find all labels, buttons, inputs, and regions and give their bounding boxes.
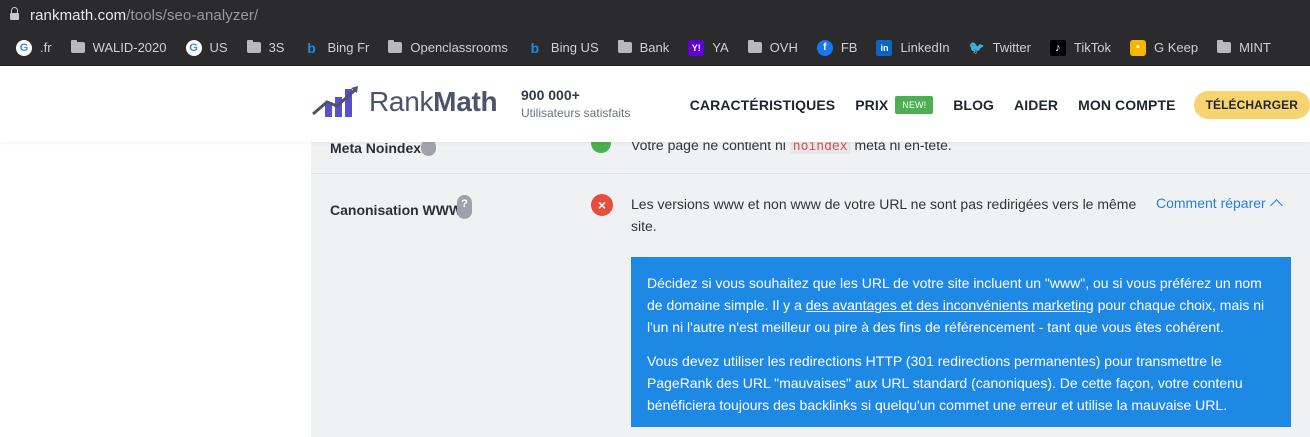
folder-icon: [617, 40, 632, 53]
url-domain: rankmath.com: [30, 6, 127, 24]
bookmark-label: WALID-2020: [92, 40, 167, 55]
logo-text-rank: Rank: [369, 86, 434, 117]
bookmark-label: Bing Fr: [327, 40, 370, 55]
bookmark-linkedin[interactable]: in LinkedIn: [876, 39, 950, 56]
analyzer-results: Meta Noindex Votre page ne contient ni n…: [311, 142, 1310, 437]
browser-url-bar[interactable]: rankmath.com/tools/seo-analyzer/: [0, 0, 1310, 30]
result-message: Votre page ne contient ni noindex méta n…: [631, 142, 952, 154]
help-icon[interactable]: ?: [457, 195, 472, 219]
bookmark-bank[interactable]: Bank: [617, 40, 670, 55]
bookmark-mint[interactable]: MINT: [1217, 40, 1271, 55]
bookmark-label: Bank: [639, 40, 670, 55]
bookmark-twitter[interactable]: 🐦 Twitter: [969, 40, 1031, 56]
bookmark-fr[interactable]: G .fr: [16, 39, 52, 56]
bookmark-label: Twitter: [992, 40, 1031, 55]
site-header: RankMath 900 000+ Utilisateurs satisfait…: [0, 66, 1310, 142]
bookmark-label: G Keep: [1153, 40, 1199, 55]
logo-chart-icon: [312, 86, 358, 117]
message-part: Votre page ne contient ni: [631, 142, 786, 153]
nav-help[interactable]: AIDER: [1014, 97, 1058, 113]
left-panel: [0, 142, 311, 437]
nav-blog[interactable]: BLOG: [953, 97, 994, 113]
fix-info-panel: Décidez si vous souhaitez que les URL de…: [631, 257, 1291, 427]
bookmark-openclassrooms[interactable]: Openclassrooms: [388, 40, 508, 55]
download-button[interactable]: TÉLÉCHARGER: [1193, 91, 1310, 119]
folder-icon: [70, 40, 85, 53]
bookmark-label: OVH: [769, 40, 798, 55]
error-icon: ×: [591, 194, 613, 216]
result-label-canonisation-www: Canonisation WWW: [330, 202, 463, 218]
bookmark-tiktok[interactable]: ♪ TikTok: [1049, 39, 1111, 56]
facebook-icon: f: [816, 39, 833, 56]
folder-icon: [246, 40, 261, 53]
bookmark-fb[interactable]: f FB: [816, 39, 858, 56]
bookmark-bing-fr[interactable]: b Bing Fr: [303, 40, 369, 56]
bookmark-ya[interactable]: Y! YA: [688, 39, 729, 56]
bing-icon: b: [307, 39, 316, 56]
result-label: Meta Noindex: [330, 142, 422, 156]
bookmark-ms[interactable]: MS: [1290, 40, 1310, 56]
bookmark-label: MINT: [1239, 40, 1271, 55]
bookmarks-bar: G .fr WALID-2020 G US 3S b Bing Fr Openclas…: [0, 30, 1310, 66]
help-icon[interactable]: [421, 142, 436, 156]
user-count-number: 900 000+: [521, 87, 580, 103]
result-row-meta-noindex: Meta Noindex Votre page ne contient ni n…: [311, 142, 1310, 174]
bookmark-3s[interactable]: 3S: [246, 40, 285, 55]
folder-icon: [1217, 40, 1232, 53]
bookmark-label: .fr: [40, 40, 52, 55]
message-part: méta ni en-tête.: [854, 142, 952, 153]
folder-icon: [747, 40, 762, 53]
keep-icon: •: [1129, 39, 1146, 56]
bookmark-label: FB: [840, 40, 858, 55]
code-snippet: noindex: [789, 142, 851, 154]
bookmark-walid-2020[interactable]: WALID-2020: [70, 40, 167, 55]
google-icon: G: [185, 39, 202, 56]
folder-icon: [388, 40, 403, 53]
bookmark-label: Bing US: [550, 40, 599, 55]
bookmark-label: Openclassrooms: [410, 40, 508, 55]
bookmark-bing-us[interactable]: b Bing US: [527, 40, 599, 56]
bookmark-label: LinkedIn: [900, 40, 950, 55]
info-paragraph-1: Décidez si vous souhaitez que les URL de…: [647, 272, 1275, 338]
twitter-icon: 🐦: [968, 39, 985, 55]
google-icon: G: [16, 39, 32, 56]
microsoft-icon: [1290, 40, 1306, 56]
lock-icon: [10, 7, 19, 21]
logo-text-math: Math: [433, 86, 498, 117]
nav-pricing-label: PRIX: [855, 97, 889, 113]
tiktok-icon: ♪: [1049, 39, 1066, 56]
bing-icon: b: [530, 39, 540, 56]
bookmark-label: TikTok: [1073, 40, 1111, 55]
bookmark-g-keep[interactable]: • G Keep: [1129, 39, 1199, 56]
bookmark-us[interactable]: G US: [185, 39, 228, 56]
nav-features[interactable]: CARACTÉRISTIQUES: [690, 97, 836, 113]
bookmark-ovh[interactable]: OVH: [747, 40, 798, 55]
info-paragraph-2: Vous devez utiliser les redirections HTT…: [647, 353, 1243, 413]
rankmath-logo[interactable]: RankMath: [311, 84, 498, 120]
nav-pricing[interactable]: PRIX NEW!: [855, 96, 934, 114]
bookmark-label: US: [209, 40, 228, 55]
main-nav: CARACTÉRISTIQUES PRIX NEW! BLOG AIDER MON…: [670, 91, 1310, 119]
nav-account[interactable]: MON COMPTE: [1078, 97, 1175, 113]
url-text[interactable]: rankmath.com/tools/seo-analyzer/: [30, 7, 258, 24]
check-icon: [591, 142, 611, 153]
new-badge: NEW!: [895, 96, 934, 114]
url-path: /tools/seo-analyzer/: [126, 6, 259, 24]
how-to-fix-toggle[interactable]: Comment réparer: [1156, 195, 1283, 212]
marketing-pros-cons-link[interactable]: des avantages et des inconvénients marke…: [806, 297, 1094, 313]
linkedin-icon: in: [876, 39, 893, 56]
chevron-up-icon: [1269, 199, 1283, 212]
user-count: 900 000+ Utilisateurs satisfaits: [521, 87, 630, 120]
bookmark-label: 3S: [268, 40, 285, 55]
result-message: Les versions www et non www de votre URL…: [631, 196, 1137, 234]
yahoo-icon: Y!: [688, 39, 705, 56]
user-count-label: Utilisateurs satisfaits: [521, 106, 631, 120]
bookmark-label: YA: [712, 40, 729, 55]
how-to-fix-label: Comment réparer: [1156, 195, 1266, 211]
